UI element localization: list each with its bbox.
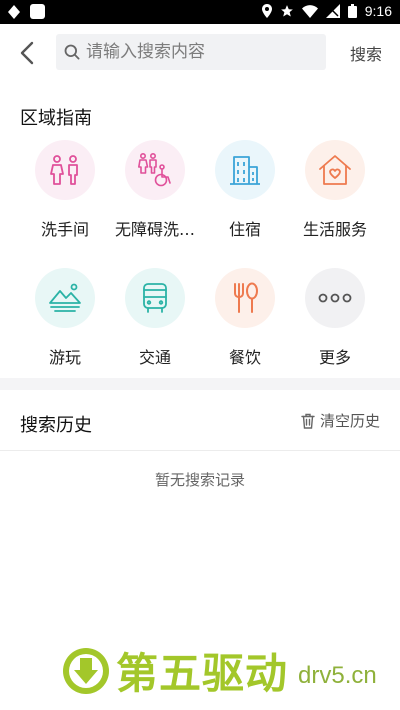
chevron-left-icon [20,41,34,65]
guide-item-dining[interactable]: 餐饮 [200,268,290,378]
scenery-icon [35,268,95,328]
watermark-text: 第五驱动 [116,649,289,698]
location-icon [261,4,272,18]
restroom-icon [35,140,95,200]
guide-item-label: 生活服务 [302,220,367,239]
watermark-domain: drv5.cn [298,661,377,689]
watermark: 第五驱动 drv5.cn [62,640,377,701]
search-box[interactable] [56,34,326,70]
section-divider [0,378,400,390]
search-history-title: 搜索历史 [20,415,92,436]
guide-item-label: 餐饮 [228,348,261,367]
clear-history-button[interactable]: 清空历史 [301,410,380,431]
guide-item-label: 游玩 [48,348,81,367]
status-time: 9:16 [364,3,392,19]
history-divider [0,450,400,451]
search-button[interactable]: 搜索 [350,41,382,65]
clear-history-label: 清空历史 [319,412,380,430]
back-button[interactable] [12,38,42,68]
guide-item-label: 更多 [318,348,351,367]
search-header: 搜索 [0,24,400,80]
accessible-restroom-icon [125,140,185,200]
download-arrow-icon [63,647,109,694]
guide-item-life-service[interactable]: 生活服务 [290,140,380,250]
guide-item-play[interactable]: 游玩 [20,268,110,378]
history-empty-text: 暂无搜索记录 [154,471,245,489]
guide-item-lodging[interactable]: 住宿 [200,140,290,250]
notification-diamond-icon [8,4,20,19]
guide-item-transport[interactable]: 交通 [110,268,200,378]
star-icon [280,5,293,17]
guide-item-label: 洗手间 [40,220,89,239]
guide-item-label: 无障碍洗… [114,220,195,239]
status-bar: 9:16 [0,0,400,24]
wifi-icon [301,4,318,18]
area-guide-title: 区域指南 [20,108,92,129]
guide-item-accessible-restroom[interactable]: 无障碍洗… [110,140,200,250]
more-icon [305,268,365,328]
battery-icon [347,4,357,18]
dining-icon [215,268,275,328]
building-icon [215,140,275,200]
signal-icon [325,4,340,18]
trash-icon [301,413,315,429]
search-input[interactable] [86,42,306,62]
guide-item-more[interactable]: 更多 [290,268,380,378]
guide-item-label: 交通 [138,348,171,367]
guide-item-label: 住宿 [228,220,261,239]
search-icon [64,44,80,60]
home-heart-icon [305,140,365,200]
notification-square-icon [30,4,45,19]
bus-icon [125,268,185,328]
guide-item-restroom[interactable]: 洗手间 [20,140,110,250]
